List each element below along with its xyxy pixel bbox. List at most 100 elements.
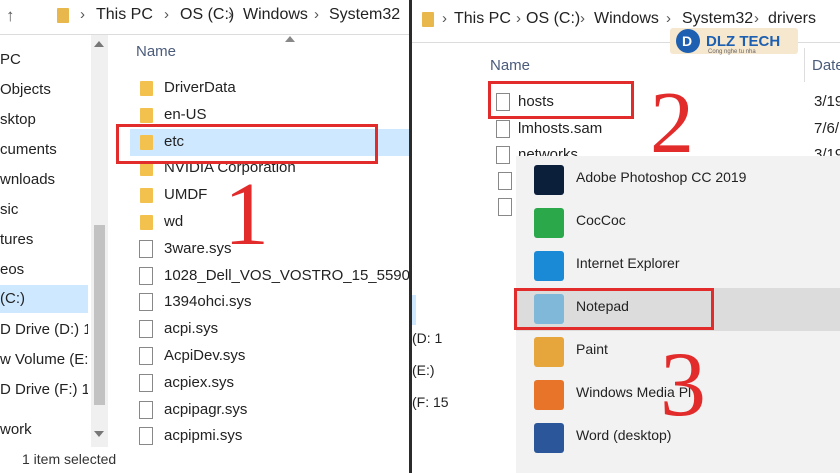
folder-icon [140, 107, 153, 123]
chevron-right-icon[interactable]: › [164, 6, 169, 23]
folder-icon [57, 8, 69, 23]
logo-tagline: Cong nghe tu nha [708, 49, 756, 55]
nav-item-os-c[interactable]: (C:) [0, 285, 88, 313]
nav-scrollbar[interactable] [91, 35, 108, 447]
file-name: 3ware.sys [164, 239, 232, 257]
file-row-1394ohci-sys[interactable]: 1394ohci.sys [130, 289, 409, 316]
menu-item-adobe-photoshop-cc-2019[interactable]: Adobe Photoshop CC 2019 [516, 159, 840, 202]
annotation-step-3: 3 [660, 333, 706, 435]
nav-selection-fragment [412, 295, 416, 325]
nav-item-e-drive[interactable]: (E:) [412, 362, 435, 378]
nav-item-this-pc[interactable]: PC [0, 51, 88, 68]
file-icon [496, 146, 510, 164]
nav-item-documents[interactable]: cuments [0, 141, 88, 158]
svg-text:D: D [682, 33, 692, 49]
nav-item-f-drive[interactable]: (F: 15 [412, 394, 449, 410]
nav-item-videos[interactable]: eos [0, 261, 88, 278]
status-text: 1 item selected [22, 451, 117, 467]
file-icon [139, 239, 153, 258]
left-address-bar[interactable]: ↑ › This PC › OS (C:) › Windows › System… [0, 0, 409, 35]
file-date: 7/6/ [814, 119, 840, 137]
file-name: 1394ohci.sys [164, 293, 252, 311]
file-name: acpipagr.sys [164, 400, 248, 418]
file-icon [498, 198, 512, 216]
nav-item-pictures[interactable]: tures [0, 231, 88, 248]
breadcrumb-this-pc[interactable]: This PC [96, 6, 153, 24]
annotation-step-2: 2 [650, 75, 694, 172]
up-arrow-icon[interactable]: ↑ [6, 6, 15, 26]
file-row-driverdata[interactable]: DriverData [130, 75, 409, 102]
menu-item-label: Adobe Photoshop CC 2019 [576, 169, 747, 185]
annotation-box-etc [116, 124, 378, 164]
chevron-right-icon[interactable]: › [580, 10, 585, 27]
breadcrumb-os-c[interactable]: OS (C:) [180, 6, 234, 24]
status-bar: 1 item selected [0, 447, 409, 473]
nav-item-downloads[interactable]: wnloads [0, 171, 88, 188]
menu-item-coccoc[interactable]: CocCoc [516, 202, 840, 245]
chevron-right-icon[interactable]: › [442, 10, 447, 27]
nav-item-3d-objects[interactable]: Objects [0, 81, 88, 98]
menu-item-label: Paint [576, 341, 608, 357]
file-icon [139, 266, 153, 285]
file-row-acpiex-sys[interactable]: acpiex.sys [130, 370, 409, 397]
file-name: acpiex.sys [164, 373, 235, 391]
file-date: 3/19 [814, 93, 840, 110]
nav-item-d-drive[interactable]: D Drive (D:) 1 [0, 321, 88, 338]
file-row-wd[interactable]: wd [130, 209, 409, 236]
file-row-acpidev-sys[interactable]: AcpiDev.sys [130, 343, 409, 370]
coccoc-icon [534, 208, 564, 238]
nav-scroll-thumb[interactable] [94, 225, 105, 405]
file-name: UMDF [164, 186, 208, 204]
chevron-right-icon[interactable]: › [228, 6, 233, 23]
file-row-acpi-sys[interactable]: acpi.sys [130, 316, 409, 343]
file-icon [139, 347, 153, 365]
name-column-header[interactable]: Name [490, 57, 530, 74]
file-name: wd [164, 213, 184, 230]
folder-icon [140, 81, 153, 96]
annotation-box-notepad [514, 288, 714, 330]
name-column-header[interactable]: Name [136, 43, 176, 60]
file-row-umdf[interactable]: UMDF [130, 182, 409, 209]
nav-item-desktop[interactable]: sktop [0, 111, 88, 128]
sort-ascending-icon [285, 36, 295, 42]
navigation-pane: PC Objects sktop cuments wnloads sic tur… [0, 35, 88, 473]
file-name: AcpiDev.sys [164, 347, 246, 364]
breadcrumb-windows[interactable]: Windows [594, 10, 659, 28]
folder-icon [422, 12, 434, 27]
annotation-step-1: 1 [224, 165, 269, 264]
file-name: lmhosts.sam [518, 119, 603, 137]
menu-item-label: Word (desktop) [576, 427, 672, 443]
nav-item-music[interactable]: sic [0, 201, 88, 218]
menu-item-label: CocCoc [576, 212, 626, 228]
breadcrumb-windows[interactable]: Windows [243, 6, 308, 24]
left-explorer-window: ↑ › This PC › OS (C:) › Windows › System… [0, 0, 409, 473]
file-icon [139, 373, 153, 392]
file-row-3ware-sys[interactable]: 3ware.sys [130, 236, 409, 263]
breadcrumb-os-c[interactable]: OS (C:) [526, 10, 580, 28]
breadcrumb-this-pc[interactable]: This PC [454, 10, 511, 28]
date-column-header[interactable]: Date [812, 57, 840, 74]
windows-media-player-icon [534, 380, 564, 410]
file-row-1028-dell-vos-vostro-15-5590-mrk[interactable]: 1028_Dell_VOS_VOSTRO_15_5590.mrk [130, 263, 409, 290]
chevron-right-icon[interactable]: › [314, 6, 319, 23]
nav-item-f-drive[interactable]: D Drive (F:) 15 [0, 381, 88, 398]
nav-item-d-drive[interactable]: (D: 1 [412, 330, 442, 346]
folder-icon [140, 215, 153, 230]
scroll-down-icon[interactable] [94, 431, 104, 437]
logo-text: DLZ TECH [706, 33, 781, 50]
file-icon [139, 293, 153, 312]
file-icon [496, 119, 510, 138]
breadcrumb-system32[interactable]: System32 [329, 6, 400, 24]
menu-item-internet-explorer[interactable]: Internet Explorer [516, 245, 840, 288]
file-row-acpipmi-sys[interactable]: acpipmi.sys [130, 423, 409, 447]
nav-item-new-volume[interactable]: w Volume (E:) [0, 351, 88, 368]
file-row-acpipagr-sys[interactable]: acpipagr.sys [130, 397, 409, 424]
word-icon [534, 423, 564, 453]
scroll-up-icon[interactable] [94, 41, 104, 47]
chevron-right-icon[interactable]: › [516, 10, 521, 27]
file-name: 1028_Dell_VOS_VOSTRO_15_5590.mrk [164, 266, 409, 284]
file-icon [498, 172, 512, 190]
file-name: acpi.sys [164, 320, 219, 338]
chevron-right-icon[interactable]: › [80, 6, 85, 23]
nav-item-network[interactable]: work [0, 421, 88, 438]
